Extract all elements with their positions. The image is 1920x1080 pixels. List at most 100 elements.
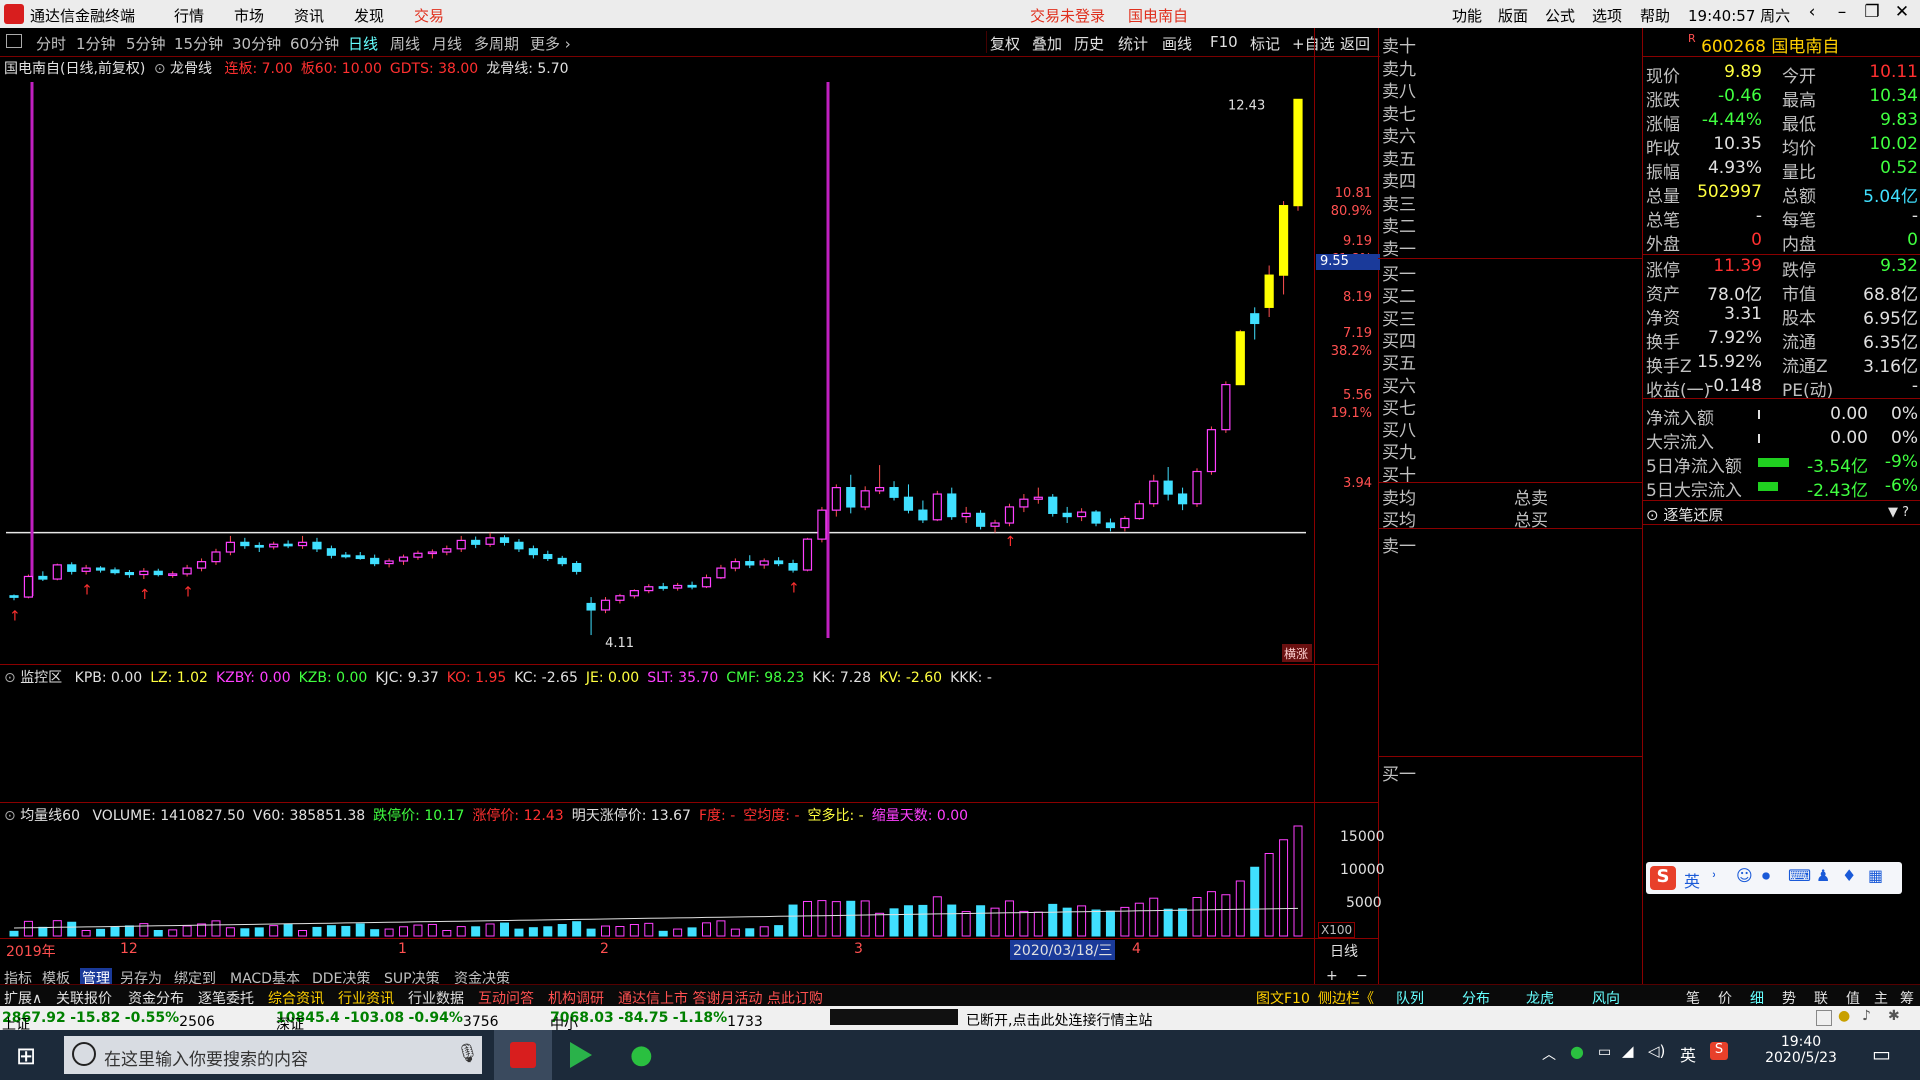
candle[interactable] [240,537,250,549]
video-player-icon[interactable] [570,1042,592,1068]
candle[interactable] [802,537,813,572]
tab-news[interactable]: 综合资讯 [268,988,324,1008]
candle[interactable] [1293,98,1303,211]
ask-level[interactable]: 卖四 [1382,167,1416,192]
tab-industry-data[interactable]: 行业数据 [408,988,464,1008]
bid-level[interactable]: 买一 [1382,260,1416,285]
tick-restore-header[interactable]: ⊙ 逐笔还原 [1646,504,1723,525]
trade-status[interactable]: 交易未登录 [1030,5,1105,26]
tray-clock[interactable]: 19:40 2020/5/23 [1746,1034,1856,1066]
tray-lang[interactable]: 英 [1680,1042,1696,1066]
candle[interactable] [831,484,841,517]
candle[interactable] [600,597,611,614]
tray-wechat-icon[interactable]: ● [1570,1042,1584,1061]
close-icon[interactable]: ✕ [1888,2,1916,22]
candle[interactable] [1149,474,1159,507]
candle[interactable] [673,582,683,591]
candle[interactable] [297,535,308,549]
candle[interactable] [1278,201,1289,295]
tab-dragon-tiger[interactable]: 龙虎 [1526,988,1554,1008]
candle[interactable] [168,571,178,578]
candle[interactable] [1221,381,1231,433]
candle[interactable] [1177,487,1188,511]
ask-level[interactable]: 卖五 [1382,145,1416,170]
status-window-icon[interactable] [1816,1010,1832,1026]
candle[interactable] [427,549,437,559]
windows-start-icon[interactable]: ⊞ [16,1042,36,1070]
zoom-in-icon[interactable]: + [1326,968,1338,984]
candle[interactable] [1264,265,1274,317]
ime-voice-icon[interactable]: ⏺ [1762,866,1770,886]
candle[interactable] [312,537,322,552]
tab-promo[interactable]: 通达信上市 答谢月活动 点此订购 [618,988,823,1008]
tab-main[interactable]: 主 [1874,988,1888,1008]
candle[interactable] [1163,467,1173,501]
tool-mark[interactable]: 标记 [1250,33,1280,54]
ask-level[interactable]: 卖一 [1382,235,1416,260]
candle[interactable] [745,555,755,569]
candle[interactable] [1250,307,1260,340]
candle[interactable] [730,558,740,572]
candle[interactable] [788,559,798,573]
candle[interactable] [413,550,423,560]
tray-network-icon[interactable]: ◢ [1622,1042,1634,1060]
zoom-out-icon[interactable]: − [1356,968,1368,984]
monitor-title[interactable]: 监控区 [20,670,62,686]
menu-markets[interactable]: 市场 [234,5,264,26]
menu-function[interactable]: 功能 [1452,5,1482,26]
candle[interactable] [485,532,495,547]
ask-level[interactable]: 卖十 [1382,32,1416,57]
microphone-icon[interactable]: 🎙︎ [456,1043,479,1064]
ask-level[interactable]: 卖八 [1382,77,1416,102]
ime-emoji-icon[interactable]: ☺ [1736,866,1753,885]
status-bell-icon[interactable]: ♪ [1862,1008,1871,1024]
menu-news[interactable]: 资讯 [294,5,324,26]
tab-research[interactable]: 机构调研 [548,988,604,1008]
period-30min[interactable]: 30分钟 [232,33,281,54]
candle[interactable] [139,568,149,580]
tray-battery-icon[interactable]: ▭ [1598,1044,1611,1060]
period-15min[interactable]: 15分钟 [174,33,223,54]
candle[interactable] [38,571,48,581]
connection-message[interactable]: 已断开,点击此处连接行情主站 [966,1010,1152,1030]
candle[interactable] [254,542,264,552]
candle[interactable] [918,500,928,524]
tool-stats[interactable]: 统计 [1118,33,1148,54]
period-daily[interactable]: 日线 [348,33,378,54]
bid-level[interactable]: 买六 [1382,372,1416,397]
period-multi[interactable]: 多周期 [474,33,519,54]
candle[interactable] [1120,515,1130,532]
tab-price[interactable]: 价 [1718,988,1732,1008]
period-tick[interactable]: 分时 [36,33,66,54]
candle[interactable] [961,506,971,524]
candle[interactable] [442,545,452,556]
candle[interactable] [759,558,769,569]
candle[interactable] [283,540,293,549]
period-more[interactable]: 更多 › [530,33,571,54]
candle[interactable] [947,487,957,520]
menu-options[interactable]: 选项 [1592,5,1622,26]
candle[interactable] [1033,487,1043,504]
candle[interactable] [572,561,582,575]
tray-expand-icon[interactable]: ︿ [1542,1044,1556,1064]
candle[interactable] [355,552,365,560]
menu-trade[interactable]: 交易 [414,5,444,26]
tab-trend[interactable]: 势 [1782,988,1796,1008]
candle[interactable] [81,564,91,575]
ime-tools-icon[interactable]: ▦ [1868,866,1883,885]
tab-tick-orders[interactable]: 逐笔委托 [198,988,254,1008]
tool-history[interactable]: 历史 [1074,33,1104,54]
candle[interactable] [456,535,466,552]
candlestick-chart[interactable]: ↑ ↑ ↑ ↑ ↑ ↑ 12.43 4.11 横涨 [0,76,1314,664]
candle[interactable] [976,510,986,530]
candle[interactable] [1206,426,1217,475]
tray-volume-icon[interactable]: ◁) [1648,1042,1665,1060]
tab-fund-dist[interactable]: 资金分布 [128,988,184,1008]
candle[interactable] [384,558,394,568]
bid-level[interactable]: 买三 [1382,305,1416,330]
candle[interactable] [110,567,120,575]
ime-toolbar[interactable]: S 英 ˒ ☺ ⏺ ⌨ ♟ ♦ ▦ [1646,862,1902,894]
candle[interactable] [153,568,163,577]
candle[interactable] [370,554,380,567]
candle[interactable] [182,564,192,577]
